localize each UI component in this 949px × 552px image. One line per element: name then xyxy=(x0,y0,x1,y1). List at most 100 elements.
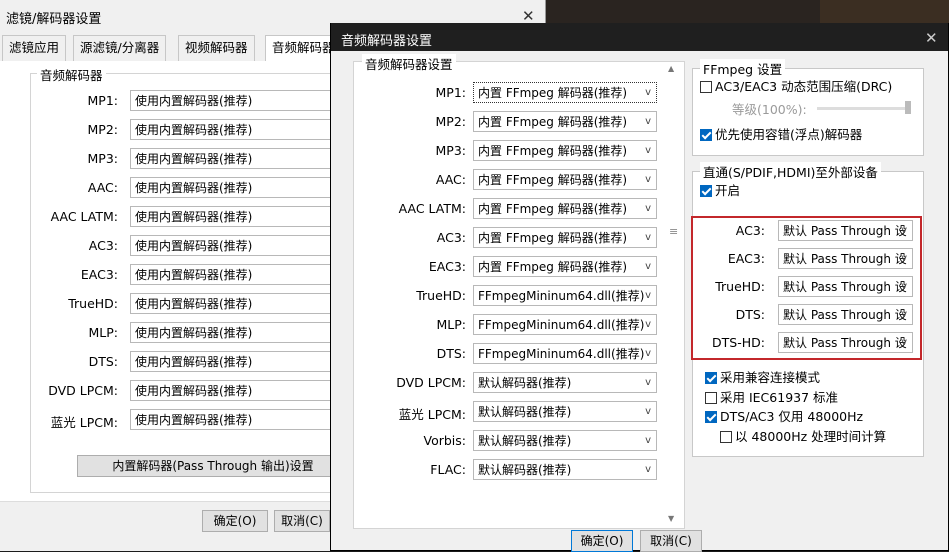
decoder-label: MLP: xyxy=(88,325,119,340)
decoder-select-value: 使用内置解码器(推荐) xyxy=(135,297,253,311)
tab-filter-apply[interactable]: 滤镜应用 xyxy=(2,35,67,61)
passthrough-group-title: 直通(S/PDIF,HDMI)至外部设备 xyxy=(700,162,881,181)
decoder-select[interactable]: 使用内置解码器(推荐) xyxy=(130,351,345,372)
decoder-select[interactable]: 内置 FFmpeg 解码器(推荐) v xyxy=(473,111,657,132)
passthrough-settings-button[interactable]: 内置解码器(Pass Through 输出)设置 xyxy=(77,455,349,477)
prefer-float-checkbox[interactable]: 优先使用容错(浮点)解码器 xyxy=(700,127,862,143)
drc-checkbox[interactable]: AC3/EAC3 动态范围压缩(DRC) xyxy=(700,79,892,95)
back-cancel-button[interactable]: 取消(C) xyxy=(274,510,330,532)
decoder-select[interactable]: 内置 FFmpeg 解码器(推荐) v xyxy=(473,256,657,277)
decoder-select-value: FFmpegMininum64.dll(推荐) xyxy=(478,347,645,361)
decoder-select-value: 使用内置解码器(推荐) xyxy=(135,123,253,137)
decoder-select[interactable]: 默认 Pass Through 设v xyxy=(778,276,913,297)
decoder-select[interactable]: 默认 Pass Through 设v xyxy=(778,304,913,325)
compat-mode-checkbox[interactable]: 采用兼容连接模式 xyxy=(705,370,820,386)
decoder-select[interactable]: FFmpegMininum64.dll(推荐) v xyxy=(473,314,657,335)
chevron-down-icon: v xyxy=(645,116,651,127)
decoder-select[interactable]: 使用内置解码器(推荐) xyxy=(130,264,345,285)
decoder-select[interactable]: 默认 Pass Through 设v xyxy=(778,220,913,241)
decoder-label: MP2: xyxy=(87,122,119,137)
decoder-select-value: 使用内置解码器(推荐) xyxy=(135,355,253,369)
decoder-select[interactable]: 内置 FFmpeg 解码器(推荐) v xyxy=(473,140,657,161)
tab-video-decoder[interactable]: 视频解码器 xyxy=(178,35,255,61)
scroll-up-icon[interactable]: ▲ xyxy=(668,64,674,73)
decoder-select[interactable]: 内置 FFmpeg 解码器(推荐) v xyxy=(473,169,657,190)
iec61937-checkbox[interactable]: 采用 IEC61937 标准 xyxy=(705,390,838,406)
cancel-button[interactable]: 取消(C) xyxy=(640,530,702,552)
chevron-down-icon: v xyxy=(645,290,651,301)
checkbox-checked-icon xyxy=(700,185,712,197)
chevron-down-icon: v xyxy=(645,319,651,330)
decoder-select[interactable]: 使用内置解码器(推荐) xyxy=(130,235,345,256)
decoder-select-value: 使用内置解码器(推荐) xyxy=(135,384,253,398)
chevron-down-icon: v xyxy=(901,337,907,348)
decoder-label: TrueHD: xyxy=(715,279,765,294)
decoder-select-value: 内置 FFmpeg 解码器(推荐) xyxy=(478,144,628,158)
passthrough-enable-checkbox[interactable]: 开启 xyxy=(700,183,740,199)
compat-mode-label: 采用兼容连接模式 xyxy=(720,370,821,385)
decoder-select-value: 使用内置解码器(推荐) xyxy=(135,181,253,195)
decoder-select-value: 默认解码器(推荐) xyxy=(478,434,572,448)
decoder-select-value: 默认解码器(推荐) xyxy=(478,405,572,419)
decoder-select[interactable]: 默认解码器(推荐) v xyxy=(473,401,657,422)
decoder-select[interactable]: 使用内置解码器(推荐) xyxy=(130,409,345,430)
decoder-label: 蓝光 LPCM: xyxy=(398,407,466,422)
decoder-select-value: 使用内置解码器(推荐) xyxy=(135,268,253,282)
dts-ac3-48k-checkbox[interactable]: DTS/AC3 仅用 48000Hz xyxy=(705,409,863,425)
decoder-select[interactable]: 使用内置解码器(推荐) xyxy=(130,119,345,140)
passthrough-enable-label: 开启 xyxy=(715,183,741,198)
decoder-select[interactable]: 使用内置解码器(推荐) xyxy=(130,206,345,227)
decoder-select[interactable]: 默认解码器(推荐) v xyxy=(473,430,657,451)
decoder-select[interactable]: 内置 FFmpeg 解码器(推荐) v xyxy=(473,198,657,219)
ok-button[interactable]: 确定(O) xyxy=(571,530,633,552)
drc-label: AC3/EAC3 动态范围压缩(DRC) xyxy=(715,79,893,94)
decoder-select[interactable]: 使用内置解码器(推荐) xyxy=(130,148,345,169)
decoder-select-value: 内置 FFmpeg 解码器(推荐) xyxy=(478,231,628,245)
decoder-select-value: 默认 Pass Through 设 xyxy=(783,224,907,238)
chevron-down-icon: v xyxy=(645,464,651,475)
chevron-down-icon: v xyxy=(645,348,651,359)
decoder-label: DTS: xyxy=(735,307,765,322)
close-icon[interactable]: ✕ xyxy=(925,29,938,47)
decoder-label: DTS-HD: xyxy=(712,335,765,350)
decoder-list-panel: 音频解码器设置 MP1: 内置 FFmpeg 解码器(推荐) v MP2: 内置 FFm… xyxy=(353,54,685,529)
audio-decoder-settings-dialog: 音频解码器设置 ✕ 音频解码器设置 MP1: 内置 FFmpeg 解码器(推荐) v… xyxy=(330,23,949,552)
decoder-select[interactable]: 默认 Pass Through 设v xyxy=(778,332,913,353)
chevron-down-icon: v xyxy=(645,377,651,388)
decoder-select[interactable]: 内置 FFmpeg 解码器(推荐) v xyxy=(473,82,657,103)
chevron-down-icon: v xyxy=(645,203,651,214)
back-ok-button[interactable]: 确定(O) xyxy=(202,510,268,532)
tab-source-splitter[interactable]: 源滤镜/分离器 xyxy=(73,35,167,61)
scroll-down-icon[interactable]: ▼ xyxy=(668,514,674,523)
decoder-label: 蓝光 LPCM: xyxy=(50,415,118,430)
chevron-down-icon: v xyxy=(645,232,651,243)
decoder-select-value: 内置 FFmpeg 解码器(推荐) xyxy=(478,173,628,187)
decoder-select[interactable]: 使用内置解码器(推荐) xyxy=(130,177,345,198)
decoder-select[interactable]: 使用内置解码器(推荐) xyxy=(130,380,345,401)
decoder-select-value: 默认 Pass Through 设 xyxy=(783,308,907,322)
decoder-select-value: 使用内置解码器(推荐) xyxy=(135,413,253,427)
decoder-label: AAC: xyxy=(435,172,466,187)
slider-thumb[interactable] xyxy=(905,101,911,114)
ffmpeg-group-title: FFmpeg 设置 xyxy=(700,59,786,78)
decoder-select[interactable]: 使用内置解码器(推荐) xyxy=(130,90,345,111)
vertical-scrollbar[interactable]: ▲ ≡ ▼ xyxy=(664,62,682,526)
decoder-select[interactable]: 使用内置解码器(推荐) xyxy=(130,322,345,343)
chevron-down-icon: v xyxy=(645,435,651,446)
checkbox-checked-icon xyxy=(705,372,717,384)
decoder-select[interactable]: 默认解码器(推荐) v xyxy=(473,372,657,393)
chevron-down-icon: v xyxy=(645,145,651,156)
time-48k-checkbox[interactable]: 以 48000Hz 处理时间计算 xyxy=(720,429,886,445)
decoder-select[interactable]: 默认 Pass Through 设v xyxy=(778,248,913,269)
decoder-select-value: 使用内置解码器(推荐) xyxy=(135,239,253,253)
decoder-select[interactable]: 使用内置解码器(推荐) xyxy=(130,293,345,314)
decoder-label: AC3: xyxy=(735,223,765,238)
chevron-down-icon: v xyxy=(645,406,651,417)
decoder-select[interactable]: 默认解码器(推荐) v xyxy=(473,459,657,480)
scroll-grip-icon[interactable]: ≡ xyxy=(669,225,678,238)
decoder-select[interactable]: 内置 FFmpeg 解码器(推荐) v xyxy=(473,227,657,248)
drc-level-slider[interactable] xyxy=(817,107,911,110)
decoder-select[interactable]: FFmpegMininum64.dll(推荐) v xyxy=(473,285,657,306)
decoder-select[interactable]: FFmpegMininum64.dll(推荐) v xyxy=(473,343,657,364)
decoder-label: MP2: xyxy=(435,114,467,129)
